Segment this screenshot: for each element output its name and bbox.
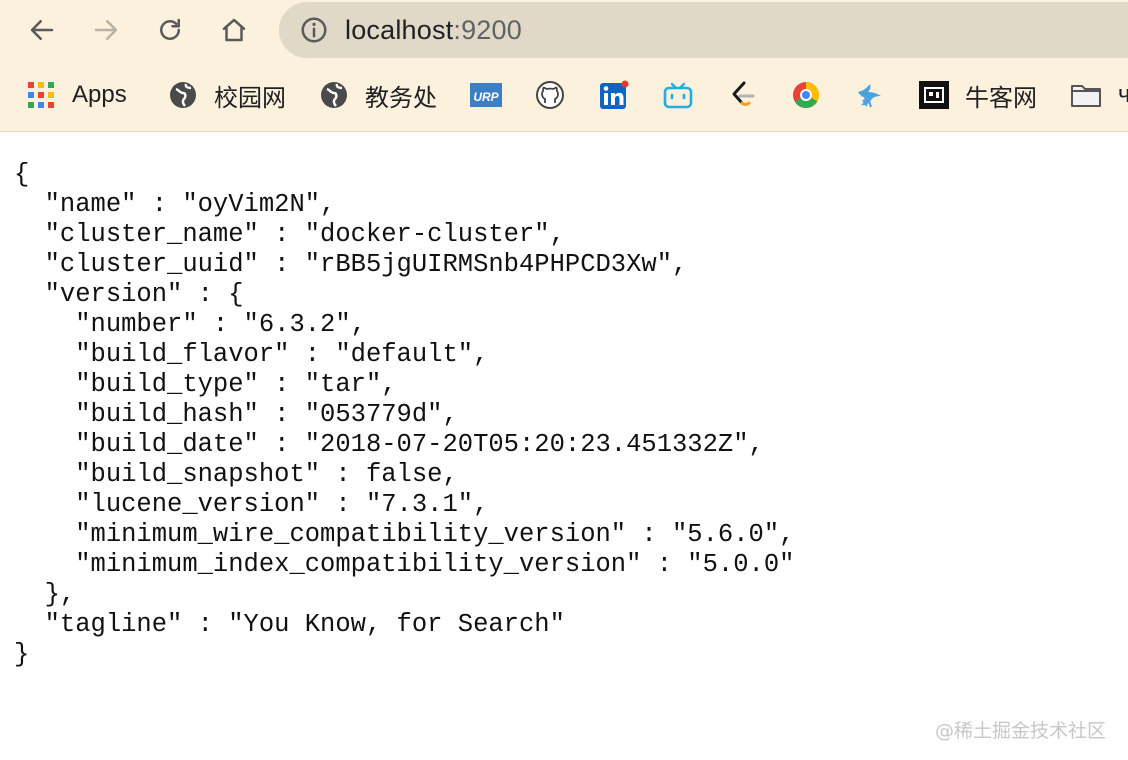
bird-icon — [855, 80, 885, 110]
json-line: "cluster_uuid" : "rBB5jgUIRMSnb4PHPCD3Xw… — [14, 250, 688, 279]
watermark: @稀土掘金技术社区 — [934, 720, 1106, 742]
bookmark-github[interactable] — [535, 78, 565, 112]
json-line: "lucene_version" : "7.3.1", — [14, 490, 489, 519]
globe-icon — [168, 80, 198, 110]
folder-icon — [1070, 80, 1102, 110]
url-text[interactable]: localhost:9200 — [345, 15, 522, 46]
bookmark-urp[interactable]: URP — [470, 78, 502, 112]
json-line: }, — [14, 580, 76, 609]
reload-button[interactable] — [148, 10, 192, 50]
bookmark-bird-site[interactable] — [855, 78, 885, 112]
github-icon — [535, 80, 565, 110]
json-line: "tagline" : "You Know, for Search" — [14, 610, 565, 639]
nowcoder-icon — [919, 80, 949, 110]
bookmark-label: 教务处 — [365, 84, 437, 112]
reload-icon — [160, 18, 180, 40]
bookmark-label: 牛客网 — [965, 84, 1037, 112]
bookmark-academic-office[interactable]: 教务处 — [319, 78, 437, 112]
bookmark-nowcoder[interactable]: 牛客网 — [919, 78, 1037, 112]
json-line: "build_snapshot" : false, — [14, 460, 458, 489]
urp-icon: URP — [470, 80, 502, 110]
bookmark-linkedin[interactable] — [599, 78, 629, 112]
url-host: localhost — [345, 14, 454, 45]
json-line: "name" : "oyVim2N", — [14, 190, 336, 219]
linkedin-icon — [599, 80, 629, 110]
json-line: "cluster_name" : "docker-cluster", — [14, 220, 565, 249]
apps-grid-icon — [26, 80, 56, 110]
url-port: :9200 — [453, 14, 522, 45]
chrome-like-icon — [791, 80, 821, 110]
bookmark-leetcode[interactable] — [727, 78, 757, 112]
json-line: "build_flavor" : "default", — [14, 340, 489, 369]
bookmark-folder[interactable]: ч — [1070, 78, 1128, 112]
address-bar[interactable]: localhost:9200 — [279, 2, 1128, 58]
json-line: "number" : "6.3.2", — [14, 310, 366, 339]
arrow-right-icon — [94, 20, 118, 40]
bookmark-campus-net[interactable]: 校园网 — [168, 78, 286, 112]
json-line: "build_type" : "tar", — [14, 370, 397, 399]
json-line: "build_date" : "2018-07-20T05:20:23.4513… — [14, 430, 764, 459]
leetcode-icon — [727, 80, 757, 110]
json-line: } — [14, 640, 30, 669]
json-line: "version" : { — [14, 280, 244, 309]
home-button[interactable] — [212, 10, 256, 50]
arrow-left-icon — [30, 20, 54, 40]
back-button[interactable] — [20, 10, 64, 50]
bookmarks-bar: Apps 校园网 教务处 URP 牛客网 ч — [0, 62, 1128, 128]
bookmark-label: 校园网 — [214, 84, 286, 112]
bookmark-apps[interactable]: Apps — [26, 78, 127, 112]
json-line: { — [14, 160, 30, 189]
navigation-bar: localhost:9200 — [0, 0, 1128, 62]
home-icon — [222, 18, 246, 42]
globe-icon — [319, 80, 349, 110]
bookmark-label: Apps — [72, 81, 127, 108]
json-line: "build_hash" : "053779d", — [14, 400, 458, 429]
json-response-body: { "name" : "oyVim2N", "cluster_name" : "… — [14, 160, 794, 670]
bookmark-label: ч — [1118, 81, 1128, 108]
svg-text:URP: URP — [473, 90, 499, 104]
bilibili-icon — [663, 80, 693, 110]
browser-chrome: localhost:9200 Apps 校园网 教务处 URP 牛客网 ч — [0, 0, 1128, 132]
json-line: "minimum_wire_compatibility_version" : "… — [14, 520, 795, 549]
bookmark-colorful-app[interactable] — [791, 78, 821, 112]
site-info-icon[interactable] — [299, 15, 329, 45]
json-line: "minimum_index_compatibility_version" : … — [14, 550, 795, 579]
bookmark-bilibili[interactable] — [663, 78, 693, 112]
forward-button[interactable] — [84, 10, 128, 50]
